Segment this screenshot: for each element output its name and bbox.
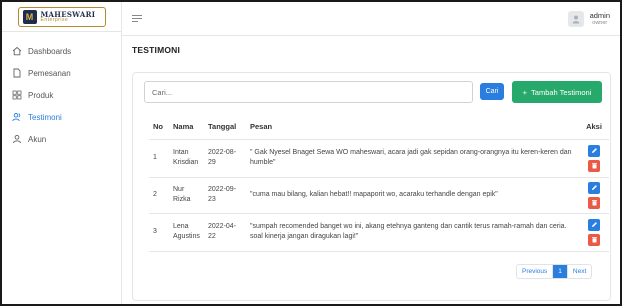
cell-pesan: "cuma mau bilang, kalian hebat!! mapapor… (246, 177, 579, 214)
header-tanggal: Tanggal (204, 115, 246, 140)
sidebar-item-label: Pemesanan (28, 68, 71, 78)
sidebar-item-label: Testimoni (28, 112, 62, 122)
table-row: 3 Lena Agustins 2022-04-22 "sumpah recom… (149, 213, 609, 252)
sidebar-item-label: Akun (28, 134, 47, 144)
sidebar-item-pemesanan[interactable]: Pemesanan (2, 62, 121, 84)
sidebar-item-label: Dashboards (28, 46, 72, 56)
trash-icon (591, 163, 597, 169)
pagination: Previous 1 Next (516, 264, 593, 279)
brand-subtitle: Enterprise (40, 16, 69, 23)
testimoni-table: No Nama Tanggal Pesan Aksi 1 Intan Krisd… (149, 115, 609, 252)
sidebar-item-label: Produk (28, 90, 54, 100)
header-nama: Nama (169, 115, 204, 140)
cell-tanggal: 2022-04-22 (204, 213, 246, 252)
cell-pesan: "sumpah recomended banget wo ini, akang … (246, 213, 579, 252)
sidebar-item-testimoni[interactable]: Testimoni (2, 106, 121, 128)
cell-tanggal: 2022-08-29 (204, 139, 246, 178)
user-name: admin (589, 10, 610, 20)
pencil-icon (591, 185, 597, 190)
sidebar: M MAHESWARI Enterprise Dashboards Pemesa… (2, 2, 122, 304)
page-title: TESTIMONI (132, 45, 181, 55)
search-button[interactable]: Cari (480, 83, 504, 100)
cell-aksi (579, 177, 609, 214)
sidebar-nav: Dashboards Pemesanan Produk Testimoni Ak… (2, 32, 121, 150)
cell-tanggal: 2022-09-23 (204, 177, 246, 214)
home-icon (12, 46, 22, 56)
pencil-icon (591, 222, 597, 227)
menu-toggle-icon[interactable] (132, 14, 142, 23)
add-testimoni-button[interactable]: + Tambah Testimoni (512, 81, 602, 103)
header-no: No (149, 115, 169, 140)
edit-button[interactable] (588, 144, 600, 157)
pagination-previous[interactable]: Previous (517, 265, 554, 278)
cell-nama: Nur Rizka (169, 177, 204, 214)
sidebar-item-akun[interactable]: Akun (2, 128, 121, 150)
trash-icon (591, 237, 597, 243)
brand-logo[interactable]: M MAHESWARI Enterprise (2, 2, 121, 32)
grid-icon (12, 90, 22, 100)
logo-box: M MAHESWARI Enterprise (17, 6, 106, 27)
header-pesan: Pesan (246, 115, 579, 140)
cell-no: 2 (149, 177, 169, 214)
cell-no: 1 (149, 139, 169, 178)
cell-nama: Lena Agustins (169, 213, 204, 252)
user-menu[interactable]: admin owner (567, 10, 610, 27)
sidebar-item-produk[interactable]: Produk (2, 84, 121, 106)
table-header-row: No Nama Tanggal Pesan Aksi (149, 115, 609, 140)
delete-button[interactable] (588, 233, 600, 246)
delete-button[interactable] (588, 196, 600, 209)
pencil-icon (591, 148, 597, 153)
table-row: 1 Intan Krisdian 2022-08-29 " Gak Nyesel… (149, 139, 609, 178)
table-row: 2 Nur Rizka 2022-09-23 "cuma mau bilang,… (149, 177, 609, 214)
users-icon (12, 112, 22, 122)
logo-mark: M (22, 9, 37, 24)
cell-pesan: " Gak Nyesel Bnaget Sewa WO maheswari, a… (246, 139, 579, 178)
document-icon (12, 68, 22, 78)
topbar: admin owner (122, 2, 620, 36)
search-input[interactable] (144, 81, 473, 103)
user-icon (12, 134, 22, 144)
header-aksi: Aksi (579, 115, 609, 140)
add-testimoni-label: Tambah Testimoni (531, 87, 592, 97)
edit-button[interactable] (588, 181, 600, 194)
pagination-page-1[interactable]: 1 (553, 265, 568, 278)
pagination-next[interactable]: Next (568, 265, 591, 278)
avatar (567, 10, 584, 27)
cell-aksi (579, 139, 609, 178)
cell-aksi (579, 213, 609, 252)
toolbar: Cari + Tambah Testimoni (144, 81, 602, 103)
plus-icon: + (522, 87, 528, 97)
cell-no: 3 (149, 213, 169, 252)
trash-icon (591, 200, 597, 206)
sidebar-item-dashboards[interactable]: Dashboards (2, 40, 121, 62)
user-role: owner (592, 19, 608, 26)
delete-button[interactable] (588, 159, 600, 172)
edit-button[interactable] (588, 218, 600, 231)
cell-nama: Intan Krisdian (169, 139, 204, 178)
